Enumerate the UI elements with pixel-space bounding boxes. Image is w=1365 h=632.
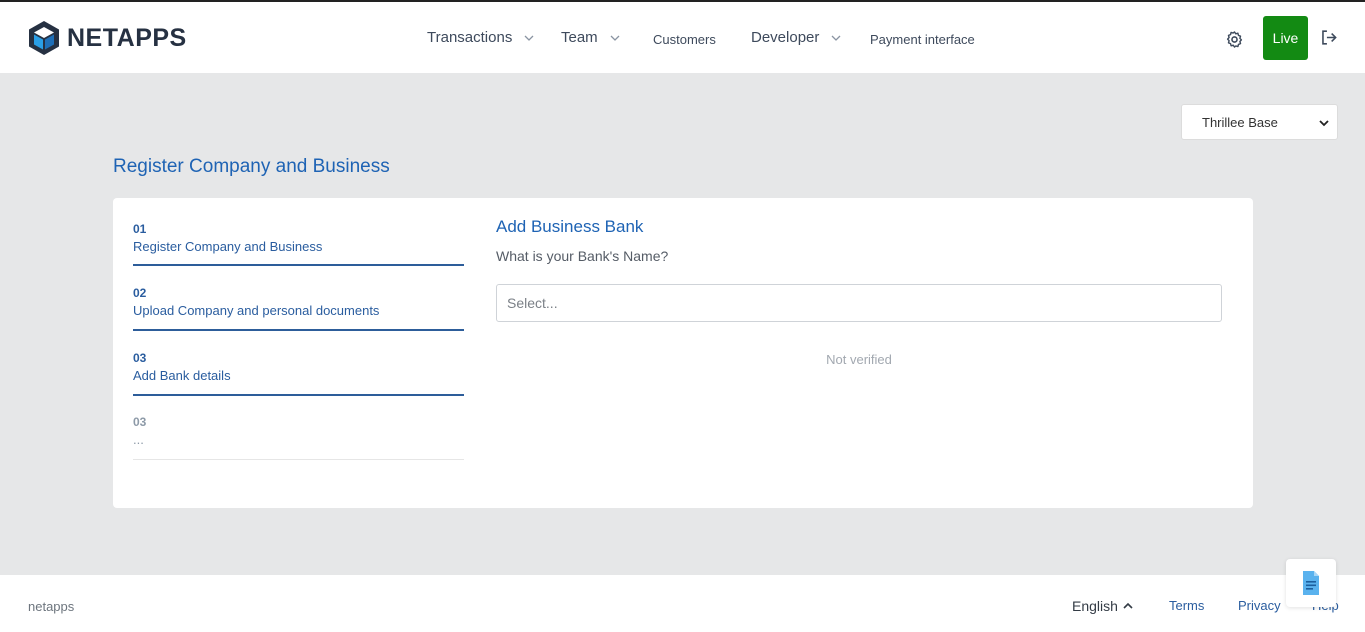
step-item[interactable]: 03 Add Bank details (133, 351, 464, 396)
step-label: Upload Company and personal documents (133, 303, 380, 318)
bank-select-placeholder: Select... (507, 295, 558, 311)
footer-link-terms[interactable]: Terms (1169, 598, 1204, 613)
step-label: Add Bank details (133, 368, 231, 383)
step-number: 01 (133, 222, 147, 236)
company-select[interactable]: Thrillee Base (1181, 104, 1338, 140)
document-icon (1303, 571, 1319, 595)
chevron-down-icon (610, 35, 620, 41)
section-title: Add Business Bank (496, 217, 644, 236)
chevron-down-icon (831, 35, 841, 41)
language-selector[interactable]: English (1072, 598, 1133, 614)
top-navbar: NETAPPS Transactions Team Customers Deve… (0, 2, 1365, 73)
nav-team-label: Team (561, 29, 598, 46)
chevron-down-icon (1319, 120, 1329, 127)
nav-developer-label: Developer (751, 29, 820, 46)
nav-transactions-label: Transactions (427, 29, 513, 46)
nav-payment-interface[interactable]: Payment interface (870, 32, 975, 47)
chevron-down-icon (524, 35, 534, 41)
footer-brand: netapps (28, 599, 75, 614)
verification-status: Not verified (826, 352, 892, 367)
footer: netapps English Terms Privacy Help (0, 575, 1365, 632)
company-select-value: Thrillee Base (1202, 114, 1278, 130)
cube-logo-icon (29, 21, 59, 55)
language-label: English (1072, 598, 1118, 614)
brand-name: NETAPPS (67, 23, 187, 52)
live-mode-button[interactable]: Live (1263, 16, 1308, 60)
page-title: Register Company and Business (113, 156, 390, 177)
chevron-up-icon (1123, 602, 1133, 609)
nav-team[interactable]: Team (561, 29, 620, 46)
bank-name-question: What is your Bank's Name? (496, 248, 669, 264)
step-label: ... (133, 432, 144, 447)
step-number: 03 (133, 415, 147, 429)
bank-name-select[interactable]: Select... (496, 284, 1222, 322)
nav-payment-interface-label: Payment interface (870, 32, 975, 47)
step-item[interactable]: 02 Upload Company and personal documents (133, 286, 464, 331)
nav-developer[interactable]: Developer (751, 29, 841, 46)
step-number: 03 (133, 351, 147, 365)
footer-link-privacy[interactable]: Privacy (1238, 598, 1281, 613)
step-item[interactable]: 03 ... (133, 415, 464, 460)
docs-widget[interactable] (1286, 559, 1336, 607)
gear-icon[interactable] (1225, 30, 1244, 49)
step-number: 02 (133, 286, 147, 300)
brand-logo[interactable]: NETAPPS (27, 20, 187, 56)
registration-card: 01 Register Company and Business 02 Uplo… (113, 198, 1253, 508)
logout-icon[interactable] (1319, 28, 1338, 47)
nav-transactions[interactable]: Transactions (427, 29, 534, 46)
nav-customers[interactable]: Customers (653, 32, 716, 47)
nav-customers-label: Customers (653, 32, 716, 47)
step-label: Register Company and Business (133, 239, 323, 254)
step-item[interactable]: 01 Register Company and Business (133, 222, 464, 266)
